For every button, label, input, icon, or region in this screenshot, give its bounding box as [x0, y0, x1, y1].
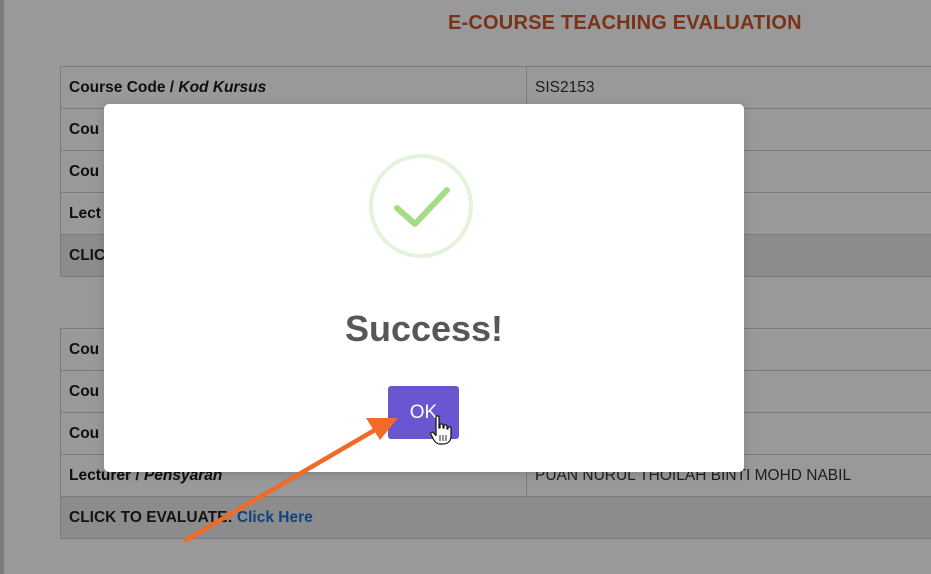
arrow-pointer-annotation [183, 418, 398, 543]
